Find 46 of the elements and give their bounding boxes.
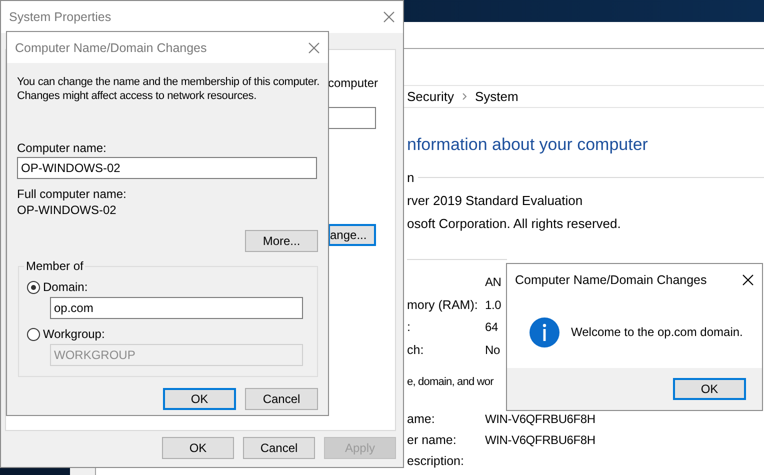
description-text: You can change the name and the membership of this computer. Changes might affect access to network resources. xyxy=(17,75,321,104)
member-field[interactable]: op.com xyxy=(50,297,303,319)
section-label: n xyxy=(407,170,414,184)
dialog-title: Computer Name/Domain Changes xyxy=(515,273,707,287)
chevron-icon xyxy=(462,93,467,100)
info-value: WIN-V6QFRBU6F8H xyxy=(485,412,596,426)
message-text: Welcome to the op.com domain. xyxy=(571,325,743,339)
info-value: 64 xyxy=(485,320,498,334)
window-title: System Properties xyxy=(9,10,112,24)
radio-button[interactable] xyxy=(27,328,40,340)
dialog-button[interactable]: Cancel xyxy=(243,437,315,459)
info-value: WIN-V6QFRBU6F8H xyxy=(485,432,596,446)
edition-text: rver 2019 Standard Evaluation xyxy=(407,192,583,210)
info-label: : xyxy=(407,320,410,334)
dialog-title: Computer Name/Domain Changes xyxy=(15,40,207,54)
radio-label: Workgroup: xyxy=(43,327,105,341)
group-legend: Member of xyxy=(24,259,86,273)
field-label: Computer name: xyxy=(17,141,108,155)
change-button[interactable]: ange... xyxy=(328,224,376,246)
edition-text: osoft Corporation. All rights reserved. xyxy=(407,215,621,233)
full-name-text: OP-WINDOWS-02 xyxy=(17,203,118,217)
computer-name-field[interactable]: OP-WINDOWS-02 xyxy=(17,157,317,179)
info-label: ch: xyxy=(407,342,424,357)
panel-text: computer xyxy=(328,76,378,90)
more-button[interactable]: More... xyxy=(245,230,318,252)
info-label: er name: xyxy=(407,432,458,446)
info-icon xyxy=(529,316,560,348)
radio-label: Domain: xyxy=(43,280,88,294)
info-value: 1.0 xyxy=(485,298,502,312)
info-value: No xyxy=(485,342,500,357)
info-label: mory (RAM): xyxy=(407,298,478,312)
breadcrumb-item[interactable]: Security xyxy=(407,89,454,104)
field-label: Full computer name: xyxy=(17,187,128,201)
close-icon[interactable] xyxy=(742,274,754,286)
ok-button[interactable]: OK xyxy=(673,378,746,400)
info-label: escription: xyxy=(407,454,465,468)
text-field[interactable] xyxy=(328,107,376,129)
dialog-button[interactable]: Cancel xyxy=(245,388,318,410)
dialog-button[interactable]: OK xyxy=(163,388,236,410)
info-value: AN xyxy=(485,275,502,290)
dialog-button[interactable]: OK xyxy=(162,437,234,459)
page-heading: nformation about your computer xyxy=(407,135,649,155)
section-label: e, domain, and wor xyxy=(407,375,494,390)
breadcrumb-item[interactable]: System xyxy=(474,89,518,104)
info-label: ame: xyxy=(407,412,436,426)
radio-button[interactable] xyxy=(27,280,40,294)
